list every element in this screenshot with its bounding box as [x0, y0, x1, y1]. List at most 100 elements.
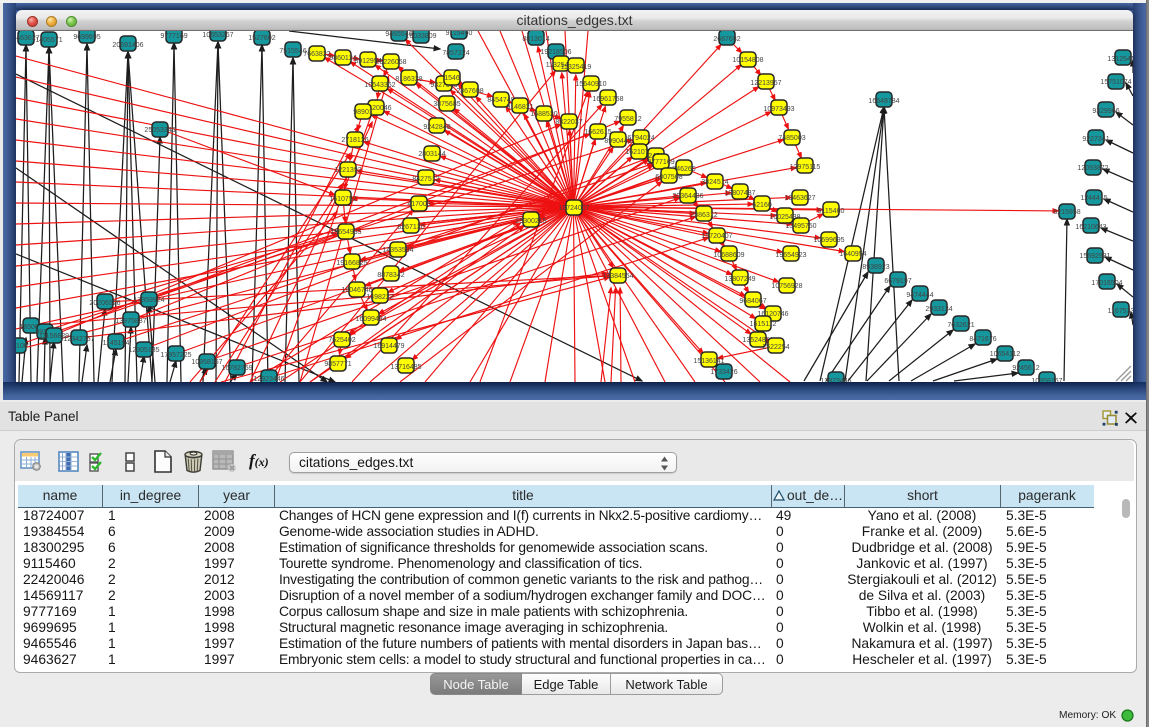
svg-text:1167533: 1167533: [1108, 308, 1133, 315]
svg-text:9777169: 9777169: [647, 159, 674, 166]
svg-text:9860124: 9860124: [329, 55, 356, 62]
svg-text:1221392: 1221392: [334, 167, 361, 174]
svg-text:8186328: 8186328: [395, 76, 422, 83]
svg-text:1145194: 1145194: [103, 340, 130, 347]
svg-text:19384554: 19384554: [602, 273, 633, 280]
svg-text:17957225: 17957225: [160, 352, 191, 359]
svg-text:7955812: 7955812: [614, 116, 641, 123]
svg-text:8322037: 8322037: [555, 119, 582, 126]
svg-text:10958167: 10958167: [191, 359, 222, 366]
svg-text:9227341: 9227341: [1082, 136, 1109, 143]
svg-text:8215958: 8215958: [1053, 209, 1080, 216]
svg-text:8471676: 8471676: [969, 336, 996, 343]
svg-text:7485003: 7485003: [778, 135, 805, 142]
svg-text:3824514: 3824514: [701, 179, 728, 186]
svg-text:20364436: 20364436: [672, 193, 703, 200]
svg-text:13125419: 13125419: [1107, 56, 1133, 63]
svg-text:6794024: 6794024: [627, 135, 654, 142]
svg-text:98901: 98901: [353, 109, 373, 116]
svg-text:10653267: 10653267: [202, 32, 233, 39]
svg-text:15751074: 15751074: [1100, 79, 1131, 86]
svg-text:1527602: 1527602: [248, 35, 275, 42]
svg-text:2718126: 2718126: [341, 137, 368, 144]
svg-text:10463627: 10463627: [784, 195, 815, 202]
svg-text:15100: 15100: [16, 343, 28, 350]
svg-text:9857771: 9857771: [324, 361, 351, 368]
svg-text:3875685: 3875685: [433, 101, 460, 108]
svg-text:7632621: 7632621: [947, 322, 974, 329]
svg-text:9684067: 9684067: [739, 298, 766, 305]
svg-text:19654935: 19654935: [330, 229, 361, 236]
svg-text:9699695: 9699695: [73, 34, 100, 41]
svg-text:8427512: 8427512: [412, 176, 439, 183]
svg-text:19166825: 19166825: [336, 260, 367, 267]
svg-text:13495750: 13495750: [785, 223, 816, 230]
svg-text:15720407: 15720407: [701, 233, 732, 240]
svg-text:1610752: 1610752: [329, 196, 356, 203]
svg-text:15136141: 15136141: [693, 358, 724, 365]
svg-text:9146821: 9146821: [506, 104, 533, 111]
svg-text:10807487: 10807487: [724, 190, 755, 197]
svg-text:12923446: 12923446: [820, 378, 851, 382]
svg-text:2933134: 2933134: [925, 306, 952, 313]
svg-text:9115460: 9115460: [446, 31, 473, 37]
svg-text:8878342: 8878342: [377, 272, 404, 279]
svg-text:16033809: 16033809: [405, 33, 436, 40]
svg-text:15692931: 15692931: [1079, 253, 1110, 260]
svg-text:10973493: 10973493: [763, 106, 794, 113]
svg-text:10543362: 10543362: [364, 82, 395, 89]
svg-text:16210643: 16210643: [1075, 224, 1106, 231]
svg-text:1588520: 1588520: [530, 111, 557, 118]
svg-text:16914479: 16914479: [373, 343, 404, 350]
svg-text:18724007: 18724007: [558, 205, 589, 212]
svg-text:11325419: 11325419: [561, 64, 592, 71]
svg-text:2867608: 2867608: [456, 88, 483, 95]
svg-text:19218506: 19218506: [540, 49, 571, 56]
svg-text:1662615: 1662615: [584, 129, 611, 136]
svg-text:10958167: 10958167: [1031, 378, 1062, 382]
svg-text:12923446: 12923446: [253, 376, 284, 382]
svg-text:8267130: 8267130: [397, 224, 424, 231]
svg-text:16648784: 16648784: [868, 98, 899, 105]
svg-text:20206526: 20206526: [89, 300, 120, 307]
svg-text:2803144: 2803144: [418, 151, 445, 158]
svg-text:16099484: 16099484: [355, 316, 386, 323]
svg-text:2386312: 2386312: [690, 212, 717, 219]
svg-text:14353594: 14353594: [382, 247, 413, 254]
svg-text:7625402: 7625402: [328, 337, 355, 344]
svg-text:16961758: 16961758: [592, 96, 623, 103]
svg-text:1498222: 1498222: [366, 294, 393, 301]
svg-text:12905185: 12905185: [128, 347, 159, 354]
svg-text:13716485: 13716485: [390, 364, 421, 371]
svg-text:1733426: 1733426: [710, 369, 737, 376]
svg-text:20691406: 20691406: [112, 42, 143, 49]
svg-text:17359924: 17359924: [133, 297, 164, 304]
svg-text:6807508: 6807508: [655, 174, 682, 181]
svg-text:1546: 1546: [444, 75, 460, 82]
svg-text:417006: 417006: [407, 201, 430, 208]
svg-text:16782759: 16782759: [221, 365, 252, 372]
svg-text:2687682: 2687682: [713, 36, 740, 43]
svg-text:1640954: 1640954: [839, 251, 866, 258]
svg-text:2522254: 2522254: [762, 344, 789, 351]
svg-text:8454749: 8454749: [487, 97, 514, 104]
svg-text:9242848: 9242848: [423, 124, 450, 131]
svg-text:1405571: 1405571: [35, 37, 62, 44]
svg-text:13975887: 13975887: [115, 318, 146, 325]
svg-text:19654923: 19654923: [775, 252, 806, 259]
svg-text:6679197: 6679197: [884, 278, 911, 285]
svg-text:25300215: 25300215: [515, 218, 546, 225]
svg-text:9474444: 9474444: [906, 292, 933, 299]
svg-text:7857224: 7857224: [442, 50, 469, 57]
svg-text:8938923: 8938923: [862, 264, 889, 271]
svg-text:12975115: 12975115: [790, 164, 821, 171]
svg-text:10688609: 10688609: [713, 252, 744, 259]
svg-text:13807249: 13807249: [724, 276, 755, 283]
svg-text:15640910: 15640910: [575, 81, 606, 88]
svg-text:12213957: 12213957: [750, 80, 781, 87]
svg-text:10654112: 10654112: [990, 351, 1021, 358]
svg-text:25226058: 25226058: [375, 59, 406, 66]
svg-text:1615112: 1615112: [750, 321, 777, 328]
svg-text:9245612: 9245612: [1012, 365, 1039, 372]
svg-text:25053346: 25053346: [144, 127, 175, 134]
